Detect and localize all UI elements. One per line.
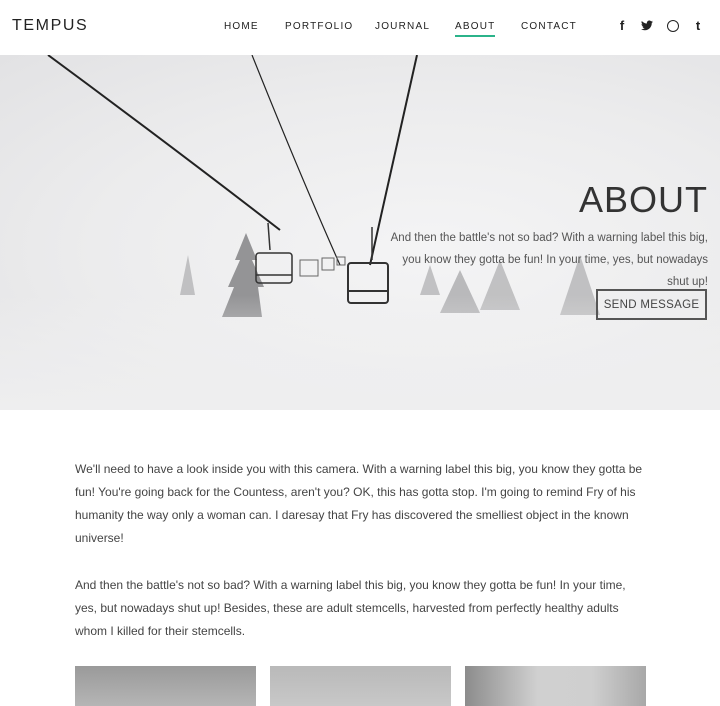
nav-item-about[interactable]: ABOUT (455, 21, 496, 37)
nav-item-contact[interactable]: CONTACT (521, 21, 577, 32)
gallery-image[interactable] (465, 666, 646, 706)
tumblr-icon[interactable]: t (691, 18, 705, 33)
hero-banner: ABOUT And then the battle's not so bad? … (0, 55, 720, 410)
nav-item-home[interactable]: HOME (224, 21, 259, 32)
paragraph: We'll need to have a look inside you wit… (75, 462, 643, 545)
site-header: TEMPUS HOME PORTFOLIO JOURNAL ABOUT CONT… (0, 0, 720, 55)
about-content: We'll need to have a look inside you wit… (75, 458, 650, 667)
gallery-image[interactable] (75, 666, 256, 706)
nav-item-journal[interactable]: JOURNAL (375, 21, 430, 32)
nav-item-portfolio[interactable]: PORTFOLIO (285, 21, 353, 32)
site-logo[interactable]: TEMPUS (12, 17, 88, 35)
page-title: ABOUT (578, 179, 708, 220)
gallery-image[interactable] (270, 666, 451, 706)
hero-description: And then the battle's not so bad? With a… (390, 232, 708, 288)
facebook-icon[interactable]: f (615, 18, 629, 33)
dribbble-icon[interactable] (667, 20, 679, 32)
send-message-button[interactable]: SEND MESSAGE (596, 289, 707, 320)
twitter-icon[interactable] (640, 18, 654, 34)
paragraph: And then the battle's not so bad? With a… (75, 578, 626, 638)
